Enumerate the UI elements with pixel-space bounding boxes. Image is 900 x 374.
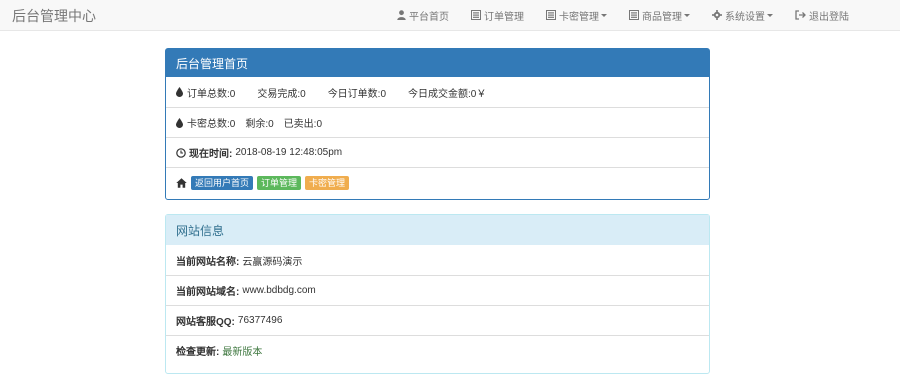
nav-item-label: 商品管理 — [642, 11, 682, 23]
nav-item-platform-home[interactable]: 平台首页 — [397, 8, 449, 23]
total-orders: 订单总数:0 — [187, 88, 236, 100]
nav-item-system-settings[interactable]: 系统设置 — [712, 8, 773, 23]
site-qq-value: 76377496 — [237, 315, 283, 326]
caret-down-icon — [684, 13, 690, 17]
remaining-cards: 剩余:0 — [245, 119, 274, 130]
site-domain-row: 当前网站域名: www.bdbdg.com — [166, 275, 709, 305]
panel-heading: 后台管理首页 — [166, 49, 709, 77]
nav-menu: 平台首页 订单管理 卡密管理 商品管理 系统设置 退出登陆 — [397, 0, 871, 30]
nav-item-goods-manage[interactable]: 商品管理 — [629, 8, 690, 23]
check-update-row: 检查更新: 最新版本 — [166, 335, 709, 365]
top-navbar: 后台管理中心 平台首页 订单管理 卡密管理 商品管理 系统设置 退出登陆 — [0, 0, 900, 31]
list-icon — [546, 10, 556, 20]
site-name-row: 当前网站名称: 云赢源码演示 — [166, 245, 709, 275]
site-info-panel: 网站信息 当前网站名称: 云赢源码演示 当前网站域名: www.bdbdg.co… — [165, 214, 710, 374]
nav-item-label: 平台首页 — [409, 11, 449, 23]
return-user-home-button[interactable]: 返回用户首页 — [191, 175, 254, 190]
check-update-label: 检查更新: — [176, 347, 220, 358]
caret-down-icon — [767, 13, 773, 17]
gear-icon — [712, 10, 722, 20]
brand-title[interactable]: 后台管理中心 — [12, 6, 96, 26]
card-manage-button[interactable]: 卡密管理 — [305, 175, 350, 190]
list-icon — [471, 10, 481, 20]
site-qq-label: 网站客服QQ: — [176, 317, 235, 328]
tint-icon — [176, 87, 183, 97]
nav-item-logout[interactable]: 退出登陆 — [795, 8, 849, 23]
today-amount: 今日成交金额:0￥ — [408, 88, 487, 100]
orders-stats-row: 订单总数:0 交易完成:0 今日订单数:0 今日成交金额:0￥ — [166, 77, 709, 107]
order-manage-button[interactable]: 订单管理 — [257, 175, 302, 190]
nav-item-label: 卡密管理 — [559, 11, 599, 23]
site-name-label: 当前网站名称: — [176, 256, 240, 268]
nav-item-order-manage[interactable]: 订单管理 — [471, 8, 524, 23]
panel-title: 后台管理首页 — [176, 56, 249, 71]
tint-icon — [176, 117, 183, 128]
caret-down-icon — [601, 13, 607, 17]
clock-icon — [176, 147, 186, 158]
quick-actions-row: 返回用户首页 订单管理 卡密管理 — [166, 167, 709, 197]
current-time-value: 2018-08-19 12:48:05pm — [235, 147, 343, 158]
nav-item-label: 订单管理 — [484, 11, 524, 23]
site-domain-value: www.bdbdg.com — [242, 285, 316, 296]
site-name-value: 云赢源码演示 — [242, 256, 303, 268]
panel-heading: 网站信息 — [166, 215, 709, 245]
list-icon — [629, 10, 639, 20]
nav-item-label: 系统设置 — [725, 11, 765, 23]
site-qq-row: 网站客服QQ: 76377496 — [166, 305, 709, 335]
nav-item-card-manage[interactable]: 卡密管理 — [546, 8, 607, 23]
sold-cards: 已卖出:0 — [283, 119, 323, 130]
nav-item-label: 退出登陆 — [809, 11, 849, 23]
current-time-label: 现在时间: — [189, 149, 233, 160]
today-orders: 今日订单数:0 — [327, 88, 387, 100]
site-domain-label: 当前网站域名: — [176, 287, 240, 298]
panel-title: 网站信息 — [176, 223, 225, 238]
latest-version-link[interactable]: 最新版本 — [222, 343, 262, 358]
completed-trades: 交易完成:0 — [257, 88, 306, 100]
current-time-row: 现在时间: 2018-08-19 12:48:05pm — [166, 137, 709, 167]
total-cards: 卡密总数:0 — [187, 119, 236, 130]
user-icon — [397, 10, 406, 20]
admin-home-panel: 后台管理首页 订单总数:0 交易完成:0 今日订单数:0 今日成交金额:0￥ 卡… — [165, 48, 710, 200]
home-icon — [176, 177, 187, 188]
logout-icon — [795, 10, 806, 20]
cards-stats-row: 卡密总数:0 剩余:0 已卖出:0 — [166, 107, 709, 137]
